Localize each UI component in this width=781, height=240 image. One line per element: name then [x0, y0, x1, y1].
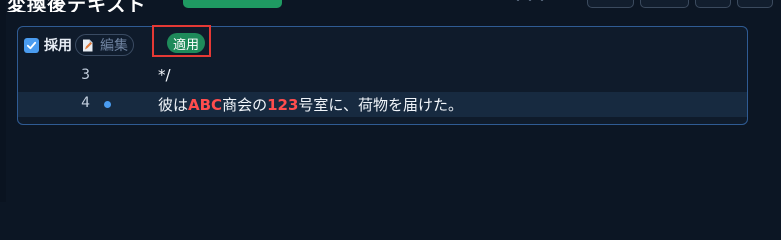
section-title: 変換後テキスト: [7, 0, 147, 12]
edit-label: 編集: [100, 38, 128, 54]
left-edge: [0, 0, 6, 202]
text-segment: 号室に、荷物を届けた。: [298, 96, 463, 114]
top-button-2[interactable]: [640, 0, 689, 8]
top-toolbar: 変換後テキスト ・・・: [0, 0, 781, 12]
top-button-3[interactable]: [695, 0, 731, 8]
change-marker-dot: [104, 101, 111, 108]
line-text: 彼はABC商会の123号室に、荷物を届けた。: [158, 94, 463, 115]
line-number: 3: [81, 67, 90, 83]
apply-button[interactable]: 適用: [167, 33, 206, 53]
code-line: 3 */: [18, 64, 747, 89]
highlighted-token: 123: [267, 96, 299, 114]
adopt-checkbox[interactable]: [24, 37, 39, 53]
line-number: 4: [81, 95, 90, 111]
top-faint-text: ・・・: [512, 0, 549, 7]
code-line-highlighted: 4 彼はABC商会の123号室に、荷物を届けた。: [18, 92, 747, 117]
diff-card: 採用 編集 適用 3 */ 4 彼はABC商会の123号室に、荷物を届けた。: [17, 25, 748, 125]
edit-button[interactable]: 編集: [75, 34, 134, 56]
checkmark-icon: [26, 41, 37, 49]
highlighted-token: ABC: [188, 96, 223, 114]
top-primary-button[interactable]: [183, 0, 282, 8]
top-button-4[interactable]: [737, 0, 773, 8]
top-button-1[interactable]: [587, 0, 634, 8]
edit-icon: [82, 39, 94, 52]
text-segment: 商会の: [222, 96, 268, 114]
line-text: */: [158, 66, 171, 84]
card-header: 採用 編集: [24, 34, 137, 56]
adopt-label: 採用: [44, 38, 72, 54]
text-segment: 彼は: [158, 96, 189, 114]
